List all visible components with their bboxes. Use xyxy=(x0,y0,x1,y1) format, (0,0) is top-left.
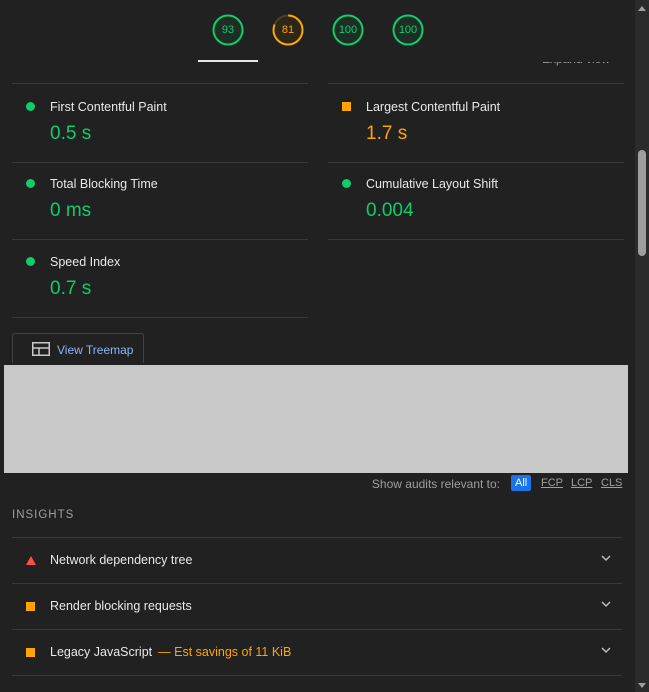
pass-indicator-icon xyxy=(26,179,35,188)
scroll-down-arrow-icon[interactable] xyxy=(638,683,646,688)
insight-label: Legacy JavaScript — Est savings of 11 KiB xyxy=(50,645,291,659)
score-gauge-best-practices[interactable]: 100 xyxy=(332,14,364,46)
insights-heading: INSIGHTS xyxy=(12,509,75,521)
metric-title: Cumulative Layout Shift xyxy=(366,177,499,191)
metric-title: First Contentful Paint xyxy=(50,100,167,114)
insight-label: Network dependency tree xyxy=(50,553,193,567)
average-indicator-icon xyxy=(342,102,351,111)
metric-first-contentful-paint: First Contentful Paint 0.5 s xyxy=(12,83,308,163)
score-value: 100 xyxy=(338,24,358,36)
filter-label: Show audits relevant to: xyxy=(371,477,500,491)
metric-value: 0.7 s xyxy=(50,278,92,299)
view-treemap-label: View Treemap xyxy=(57,343,134,357)
insight-label: Render blocking requests xyxy=(50,599,192,613)
pass-indicator-icon xyxy=(342,179,351,188)
audit-filter: Show audits relevant to: All FCP LCP CLS xyxy=(0,475,628,493)
vertical-scrollbar[interactable] xyxy=(635,0,649,692)
insight-title: Legacy JavaScript xyxy=(50,645,153,659)
filter-fcp-button[interactable]: FCP xyxy=(537,475,567,491)
insight-network-dependency-tree[interactable]: Network dependency tree xyxy=(12,537,622,583)
score-gauge-bar: 93 81 100 100 xyxy=(0,0,635,62)
chevron-down-icon[interactable] xyxy=(600,598,612,610)
score-gauge-seo[interactable]: 100 xyxy=(392,14,424,46)
metric-largest-contentful-paint: Largest Contentful Paint 1.7 s xyxy=(328,83,624,163)
scroll-thumb[interactable] xyxy=(638,150,646,256)
insight-render-blocking-requests[interactable]: Render blocking requests xyxy=(12,583,622,629)
metric-cumulative-layout-shift: Cumulative Layout Shift 0.004 xyxy=(328,161,624,240)
metric-value: 0 ms xyxy=(50,200,92,221)
fail-triangle-icon xyxy=(26,556,36,565)
view-treemap-button[interactable]: View Treemap xyxy=(12,333,144,363)
score-value: 93 xyxy=(221,24,235,36)
score-gauge-performance[interactable]: 93 xyxy=(212,14,244,46)
metric-title: Speed Index xyxy=(50,255,121,269)
metric-speed-index: Speed Index 0.7 s xyxy=(12,239,308,318)
metric-title: Total Blocking Time xyxy=(50,177,158,191)
score-gauge-accessibility[interactable]: 81 xyxy=(272,14,304,46)
metric-value: 0.5 s xyxy=(50,123,92,144)
pass-indicator-icon xyxy=(26,102,35,111)
filter-cls-button[interactable]: CLS xyxy=(597,475,626,491)
average-square-icon xyxy=(26,602,35,611)
insight-legacy-javascript[interactable]: Legacy JavaScript — Est savings of 11 KiB xyxy=(12,629,622,676)
active-gauge-indicator xyxy=(198,60,258,62)
chevron-down-icon[interactable] xyxy=(600,552,612,564)
filter-lcp-button[interactable]: LCP xyxy=(567,475,596,491)
score-value: 81 xyxy=(281,24,295,36)
metric-title: Largest Contentful Paint xyxy=(366,100,501,114)
filter-all-button[interactable]: All xyxy=(511,475,532,491)
pass-indicator-icon xyxy=(26,257,35,266)
treemap-icon xyxy=(32,342,50,356)
chevron-down-icon[interactable] xyxy=(600,644,612,656)
screenshot-thumbnail xyxy=(4,365,628,473)
average-square-icon xyxy=(26,648,35,657)
metric-value: 0.004 xyxy=(366,200,414,221)
insight-savings: — Est savings of 11 KiB xyxy=(158,645,292,659)
metric-total-blocking-time: Total Blocking Time 0 ms xyxy=(12,161,308,240)
scroll-up-arrow-icon[interactable] xyxy=(638,6,646,11)
score-value: 100 xyxy=(398,24,418,36)
metric-value: 1.7 s xyxy=(366,123,408,144)
